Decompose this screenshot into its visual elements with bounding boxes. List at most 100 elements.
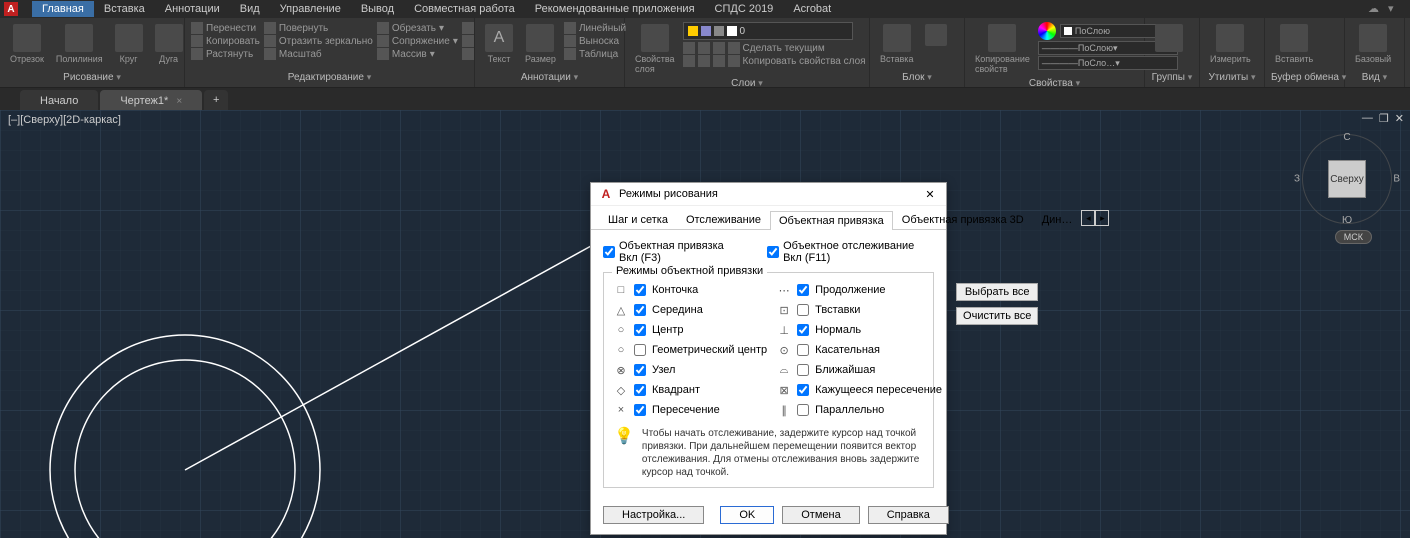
viewcube-n[interactable]: С [1343,132,1350,143]
tab-drawing[interactable]: Чертеж1*× [100,90,202,110]
viewcube-e[interactable]: В [1393,174,1400,185]
minimize-icon[interactable]: — [1362,112,1373,125]
linear-button[interactable]: Линейный [564,22,626,34]
osnap-mode-row[interactable]: ⋯Продолжение [777,283,942,297]
osnap-checkbox[interactable] [634,284,646,296]
menu-item[interactable]: Вывод [351,1,404,17]
insert-button[interactable]: Вставка [876,22,917,66]
osnap-checkbox[interactable] [634,344,646,356]
group-button[interactable] [1151,22,1187,56]
ok-button[interactable]: OK [720,506,774,524]
circle-button[interactable]: Круг [111,22,147,66]
line-button[interactable]: Отрезок [6,22,48,66]
osnap-checkbox[interactable] [634,384,646,396]
osnap-mode-row[interactable]: ⌓Ближайшая [777,363,942,377]
osnap-mode-row[interactable]: ⊡Твставки [777,303,942,317]
osnap-mode-row[interactable]: ⊙Касательная [777,343,942,357]
menu-item[interactable]: Вид [230,1,270,17]
mirror-button[interactable]: Отразить зеркально [264,35,373,47]
clear-all-button[interactable]: Очистить все [956,307,1038,325]
options-button[interactable]: Настройка... [603,506,704,524]
dialog-titlebar[interactable]: A Режимы рисования ✕ [591,183,946,206]
menu-item[interactable]: СПДС 2019 [705,1,784,17]
osnap-checkbox[interactable] [634,304,646,316]
select-all-button[interactable]: Выбрать все [956,283,1038,301]
menu-item[interactable]: Главная [32,1,94,17]
osnap-mode-row[interactable]: ×Пересечение [614,403,767,417]
tab-osnap[interactable]: Объектная привязка [770,211,893,230]
copy-button[interactable]: Копировать [191,35,260,47]
close-icon[interactable]: × [176,96,182,107]
osnap-checkbox[interactable] [634,364,646,376]
move-button[interactable]: Перенести [191,22,260,34]
tool-icon[interactable] [462,35,474,47]
menu-item[interactable]: Совместная работа [404,1,525,17]
trim-button[interactable]: Обрезать ▾ [377,22,458,34]
viewport-label[interactable]: [–][Сверху][2D-каркас] [8,114,121,126]
osnap-checkbox[interactable] [634,404,646,416]
osnap-checkbox[interactable] [634,324,646,336]
stretch-button[interactable]: Растянуть [191,48,260,60]
menu-item[interactable]: Рекомендованные приложения [525,1,705,17]
close-icon[interactable]: ✕ [922,188,938,201]
viewcube-w[interactable]: З [1294,174,1300,185]
osnap-mode-row[interactable]: ⊠Кажущееся пересечение [777,383,942,397]
viewcube-face[interactable]: Сверху [1328,160,1366,198]
osnap-checkbox[interactable] [797,304,809,316]
osnap-mode-row[interactable]: □Конточка [614,283,767,297]
osnap-mode-row[interactable]: ○Центр [614,323,767,337]
layer-combo[interactable]: 0 [683,22,853,40]
chevron-down-icon[interactable]: ▾ [1388,2,1402,16]
fillet-button[interactable]: Сопряжение ▾ [377,35,458,47]
cancel-button[interactable]: Отмена [782,506,859,524]
tab-osnap3d[interactable]: Объектная привязка 3D [893,210,1033,229]
help-button[interactable]: Справка [868,506,949,524]
tab-tracking[interactable]: Отслеживание [677,210,770,229]
osnap-checkbox[interactable] [797,284,809,296]
tab-start[interactable]: Начало [20,90,98,110]
osnap-checkbox[interactable] [797,384,809,396]
tab-next-icon[interactable]: ▸ [1095,210,1109,226]
osnap-mode-row[interactable]: ⊗Узел [614,363,767,377]
paste-button[interactable]: Вставить [1271,22,1317,66]
restore-icon[interactable]: ❐ [1379,112,1389,125]
menu-item[interactable]: Вставка [94,1,155,17]
menu-item[interactable]: Acrobat [783,1,841,17]
menu-item[interactable]: Управление [270,1,351,17]
close-icon[interactable]: ✕ [1395,112,1404,125]
osnap-on-checkbox[interactable]: Объектная привязка Вкл (F3) [603,240,743,264]
baseview-button[interactable]: Базовый [1351,22,1395,66]
osnap-mode-row[interactable]: △Середина [614,303,767,317]
viewcube[interactable]: Сверху С Ю З В [1302,134,1392,224]
osnap-mode-row[interactable]: ◇Квадрант [614,383,767,397]
osnap-checkbox[interactable] [797,404,809,416]
scale-button[interactable]: Масштаб [264,48,373,60]
measure-button[interactable]: Измерить [1206,22,1255,66]
tool-icon[interactable] [462,48,474,60]
osnap-checkbox[interactable] [797,344,809,356]
match-props-button[interactable]: Копирование свойств [971,22,1034,76]
color-wheel-icon[interactable] [1038,22,1056,40]
osnap-checkbox[interactable] [797,364,809,376]
polyline-button[interactable]: Полилиния [52,22,107,66]
copy-layer-props-button[interactable]: Копировать свойства слоя [683,55,866,67]
dimension-button[interactable]: Размер [521,22,560,66]
leader-button[interactable]: Выноска [564,35,626,47]
tab-prev-icon[interactable]: ◂ [1081,210,1095,226]
array-button[interactable]: Массив ▾ [377,48,458,60]
layer-props-button[interactable]: Свойства слоя [631,22,679,76]
menu-item[interactable]: Аннотации [155,1,230,17]
table-button[interactable]: Таблица [564,48,626,60]
cloud-icon[interactable]: ☁ [1368,2,1382,16]
osnap-checkbox[interactable] [797,324,809,336]
osnap-mode-row[interactable]: ∥Параллельно [777,403,942,417]
otrack-on-checkbox[interactable]: Объектное отслеживание Вкл (F11) [767,240,934,264]
osnap-mode-row[interactable]: ⊥Нормаль [777,323,942,337]
tab-dynamic[interactable]: Дин… [1033,210,1082,229]
edit-props-button[interactable] [921,22,951,50]
tab-snap-grid[interactable]: Шаг и сетка [599,210,677,229]
arc-button[interactable]: Дуга [151,22,187,66]
ucs-badge[interactable]: МСК [1335,230,1372,244]
viewcube-s[interactable]: Ю [1342,215,1352,226]
tab-new[interactable]: + [204,90,228,110]
